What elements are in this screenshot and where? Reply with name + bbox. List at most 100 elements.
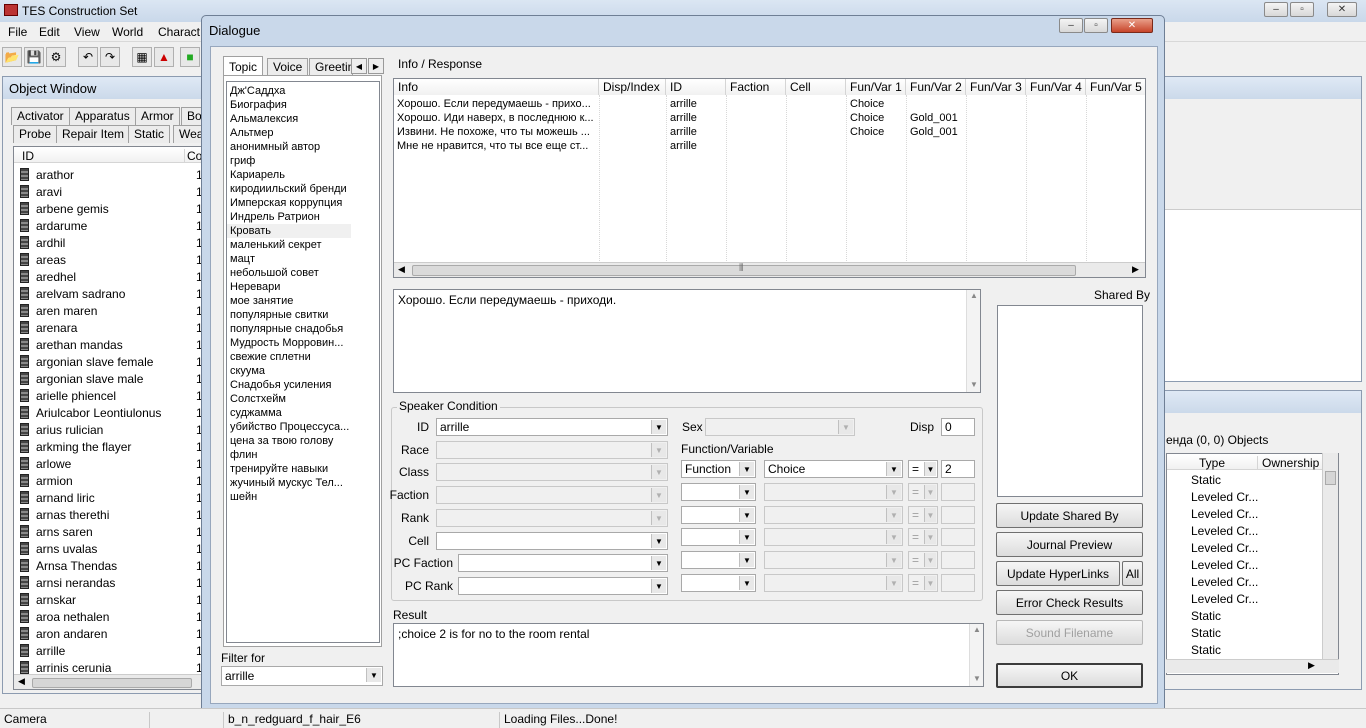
chevron-down-icon[interactable]: ▼ — [651, 443, 666, 457]
topic-item[interactable]: анонимный автор — [227, 140, 379, 154]
app-maximize-button[interactable]: ▫ — [1290, 2, 1314, 17]
list-item[interactable]: arathor 1 — [14, 167, 206, 184]
undo-icon[interactable]: ↶ — [78, 47, 98, 67]
list-item[interactable]: ardhil 1 — [14, 235, 206, 252]
scroll-up-icon[interactable]: ▲ — [973, 625, 981, 634]
chevron-down-icon[interactable]: ▼ — [651, 420, 666, 434]
chevron-down-icon[interactable]: ▼ — [739, 553, 754, 567]
faction-combo[interactable]: ▼ — [436, 486, 668, 504]
table-row[interactable]: Хорошо. Иди наверх, в последнюю к... arri… — [394, 111, 1145, 125]
column-ownership[interactable]: Ownership — [1257, 456, 1319, 470]
cell-objects-list[interactable]: Type Ownership Static Leveled Cr... Levele… — [1166, 453, 1339, 675]
menu-character[interactable]: Charact — [158, 25, 200, 39]
func-name-combo[interactable]: ▼ — [764, 483, 903, 501]
list-item[interactable]: arlowe 1 — [14, 456, 206, 473]
chevron-down-icon[interactable]: ▼ — [924, 553, 936, 567]
table-row[interactable]: Static — [1167, 625, 1338, 642]
rank-combo[interactable]: ▼ — [436, 509, 668, 527]
table-row[interactable]: Мне не нравится, что ты все еще ст... arr… — [394, 139, 1145, 153]
func-type-combo[interactable]: ▼ — [681, 506, 756, 524]
sex-combo[interactable]: ▼ — [705, 418, 855, 436]
list-item[interactable]: arkming the flayer 1 — [14, 439, 206, 456]
chevron-down-icon[interactable]: ▼ — [651, 488, 666, 502]
list-item[interactable]: ardarume 1 — [14, 218, 206, 235]
list-item[interactable]: arelvam sadrano 1 — [14, 286, 206, 303]
topic-item[interactable]: свежие сплетни — [227, 350, 379, 364]
list-item[interactable]: arnsi nerandas 1 — [14, 575, 206, 592]
topic-item[interactable]: Солстхейм — [227, 392, 379, 406]
list-item[interactable]: arnskar 1 — [14, 592, 206, 609]
topic-item[interactable]: небольшой совет — [227, 266, 379, 280]
race-combo[interactable]: ▼ — [436, 441, 668, 459]
topic-item[interactable]: популярные снадобья — [227, 322, 379, 336]
list-item[interactable]: aren maren 1 — [14, 303, 206, 320]
func-name-combo[interactable]: ▼ — [764, 551, 903, 569]
tab-probe[interactable]: Probe — [13, 125, 58, 143]
topic-item[interactable]: популярные свитки — [227, 308, 379, 322]
chevron-down-icon[interactable]: ▼ — [651, 579, 666, 593]
func-op-combo[interactable]: = ▼ — [908, 483, 938, 501]
tab-greeting[interactable]: Greeting — [309, 58, 353, 76]
list-item[interactable]: aravi 1 — [14, 184, 206, 201]
chevron-down-icon[interactable]: ▼ — [886, 530, 901, 544]
dialogue-maximize-button[interactable]: ▫ — [1084, 18, 1108, 33]
chevron-down-icon[interactable]: ▼ — [651, 465, 666, 479]
update-all-button[interactable]: All — [1122, 561, 1143, 586]
tab-scroll-left-icon[interactable]: ◀ — [351, 58, 367, 74]
scroll-thumb[interactable] — [32, 678, 192, 688]
open-icon[interactable]: 📂 — [2, 47, 22, 67]
class-combo[interactable]: ▼ — [436, 463, 668, 481]
cell-objects-hscrollbar[interactable]: ▶ — [1166, 659, 1339, 673]
chevron-down-icon[interactable]: ▼ — [366, 668, 381, 682]
func-type-combo[interactable]: ▼ — [681, 551, 756, 569]
update-shared-by-button[interactable]: Update Shared By — [996, 503, 1143, 528]
topic-item[interactable]: суджамма — [227, 406, 379, 420]
chevron-down-icon[interactable]: ▼ — [886, 576, 901, 590]
topic-item[interactable]: цена за твою голову — [227, 434, 379, 448]
table-row[interactable]: Leveled Cr... — [1167, 489, 1338, 506]
list-item[interactable]: argonian slave female 1 — [14, 354, 206, 371]
app-minimize-button[interactable]: – — [1264, 2, 1288, 17]
list-item[interactable]: arns uvalas 1 — [14, 541, 206, 558]
list-item[interactable]: arenara 1 — [14, 320, 206, 337]
func-value-field-1[interactable]: 2 — [941, 460, 975, 478]
column-id[interactable]: ID — [22, 149, 34, 163]
scroll-left-icon[interactable]: ◀ — [18, 676, 25, 687]
chevron-down-icon[interactable]: ▼ — [651, 511, 666, 525]
list-item[interactable]: arielle phiencel 1 — [14, 388, 206, 405]
image-icon[interactable]: ■ — [180, 47, 200, 67]
list-item[interactable]: argonian slave male 1 — [14, 371, 206, 388]
topic-item[interactable]: Снадобья усиления — [227, 378, 379, 392]
chevron-down-icon[interactable]: ▼ — [739, 508, 754, 522]
table-row[interactable]: Хорошо. Если передумаешь - прихо... arril… — [394, 97, 1145, 111]
tab-activator[interactable]: Activator — [11, 107, 70, 125]
grid-icon[interactable]: ▦ — [132, 47, 152, 67]
topic-item[interactable]: Дж'Саддха — [227, 84, 379, 98]
list-item[interactable]: areas 1 — [14, 252, 206, 269]
chevron-down-icon[interactable]: ▼ — [924, 576, 936, 590]
list-item[interactable]: arethan mandas 1 — [14, 337, 206, 354]
table-row[interactable]: Leveled Cr... — [1167, 557, 1338, 574]
error-check-button[interactable]: Error Check Results — [996, 590, 1143, 615]
table-row[interactable]: Leveled Cr... — [1167, 540, 1338, 557]
list-item[interactable]: arns saren 1 — [14, 524, 206, 541]
cell-combo[interactable]: ▼ — [436, 532, 668, 550]
menu-view[interactable]: View — [74, 25, 100, 39]
topic-item[interactable]: шейн — [227, 490, 379, 504]
update-hyperlinks-button[interactable]: Update HyperLinks — [996, 561, 1120, 586]
list-item[interactable]: aredhel 1 — [14, 269, 206, 286]
func-op-combo[interactable]: = ▼ — [908, 528, 938, 546]
table-row[interactable]: Leveled Cr... — [1167, 523, 1338, 540]
func-name-combo[interactable]: ▼ — [764, 506, 903, 524]
topic-item[interactable]: убийство Процессуса... — [227, 420, 379, 434]
list-item[interactable]: arrille 1 — [14, 643, 206, 660]
response-text-area[interactable]: Хорошо. Если передумаешь - приходи. ▲ ▼ — [393, 289, 981, 393]
chevron-down-icon[interactable]: ▼ — [924, 530, 936, 544]
chevron-down-icon[interactable]: ▼ — [886, 485, 901, 499]
func-value-field[interactable] — [941, 528, 975, 546]
func-name-combo[interactable]: ▼ — [764, 574, 903, 592]
speaker-id-combo[interactable]: arrille ▼ — [436, 418, 668, 436]
topic-item[interactable]: мацт — [227, 252, 379, 266]
filter-combo[interactable]: arrille ▼ — [221, 666, 383, 686]
chevron-down-icon[interactable]: ▼ — [651, 556, 666, 570]
